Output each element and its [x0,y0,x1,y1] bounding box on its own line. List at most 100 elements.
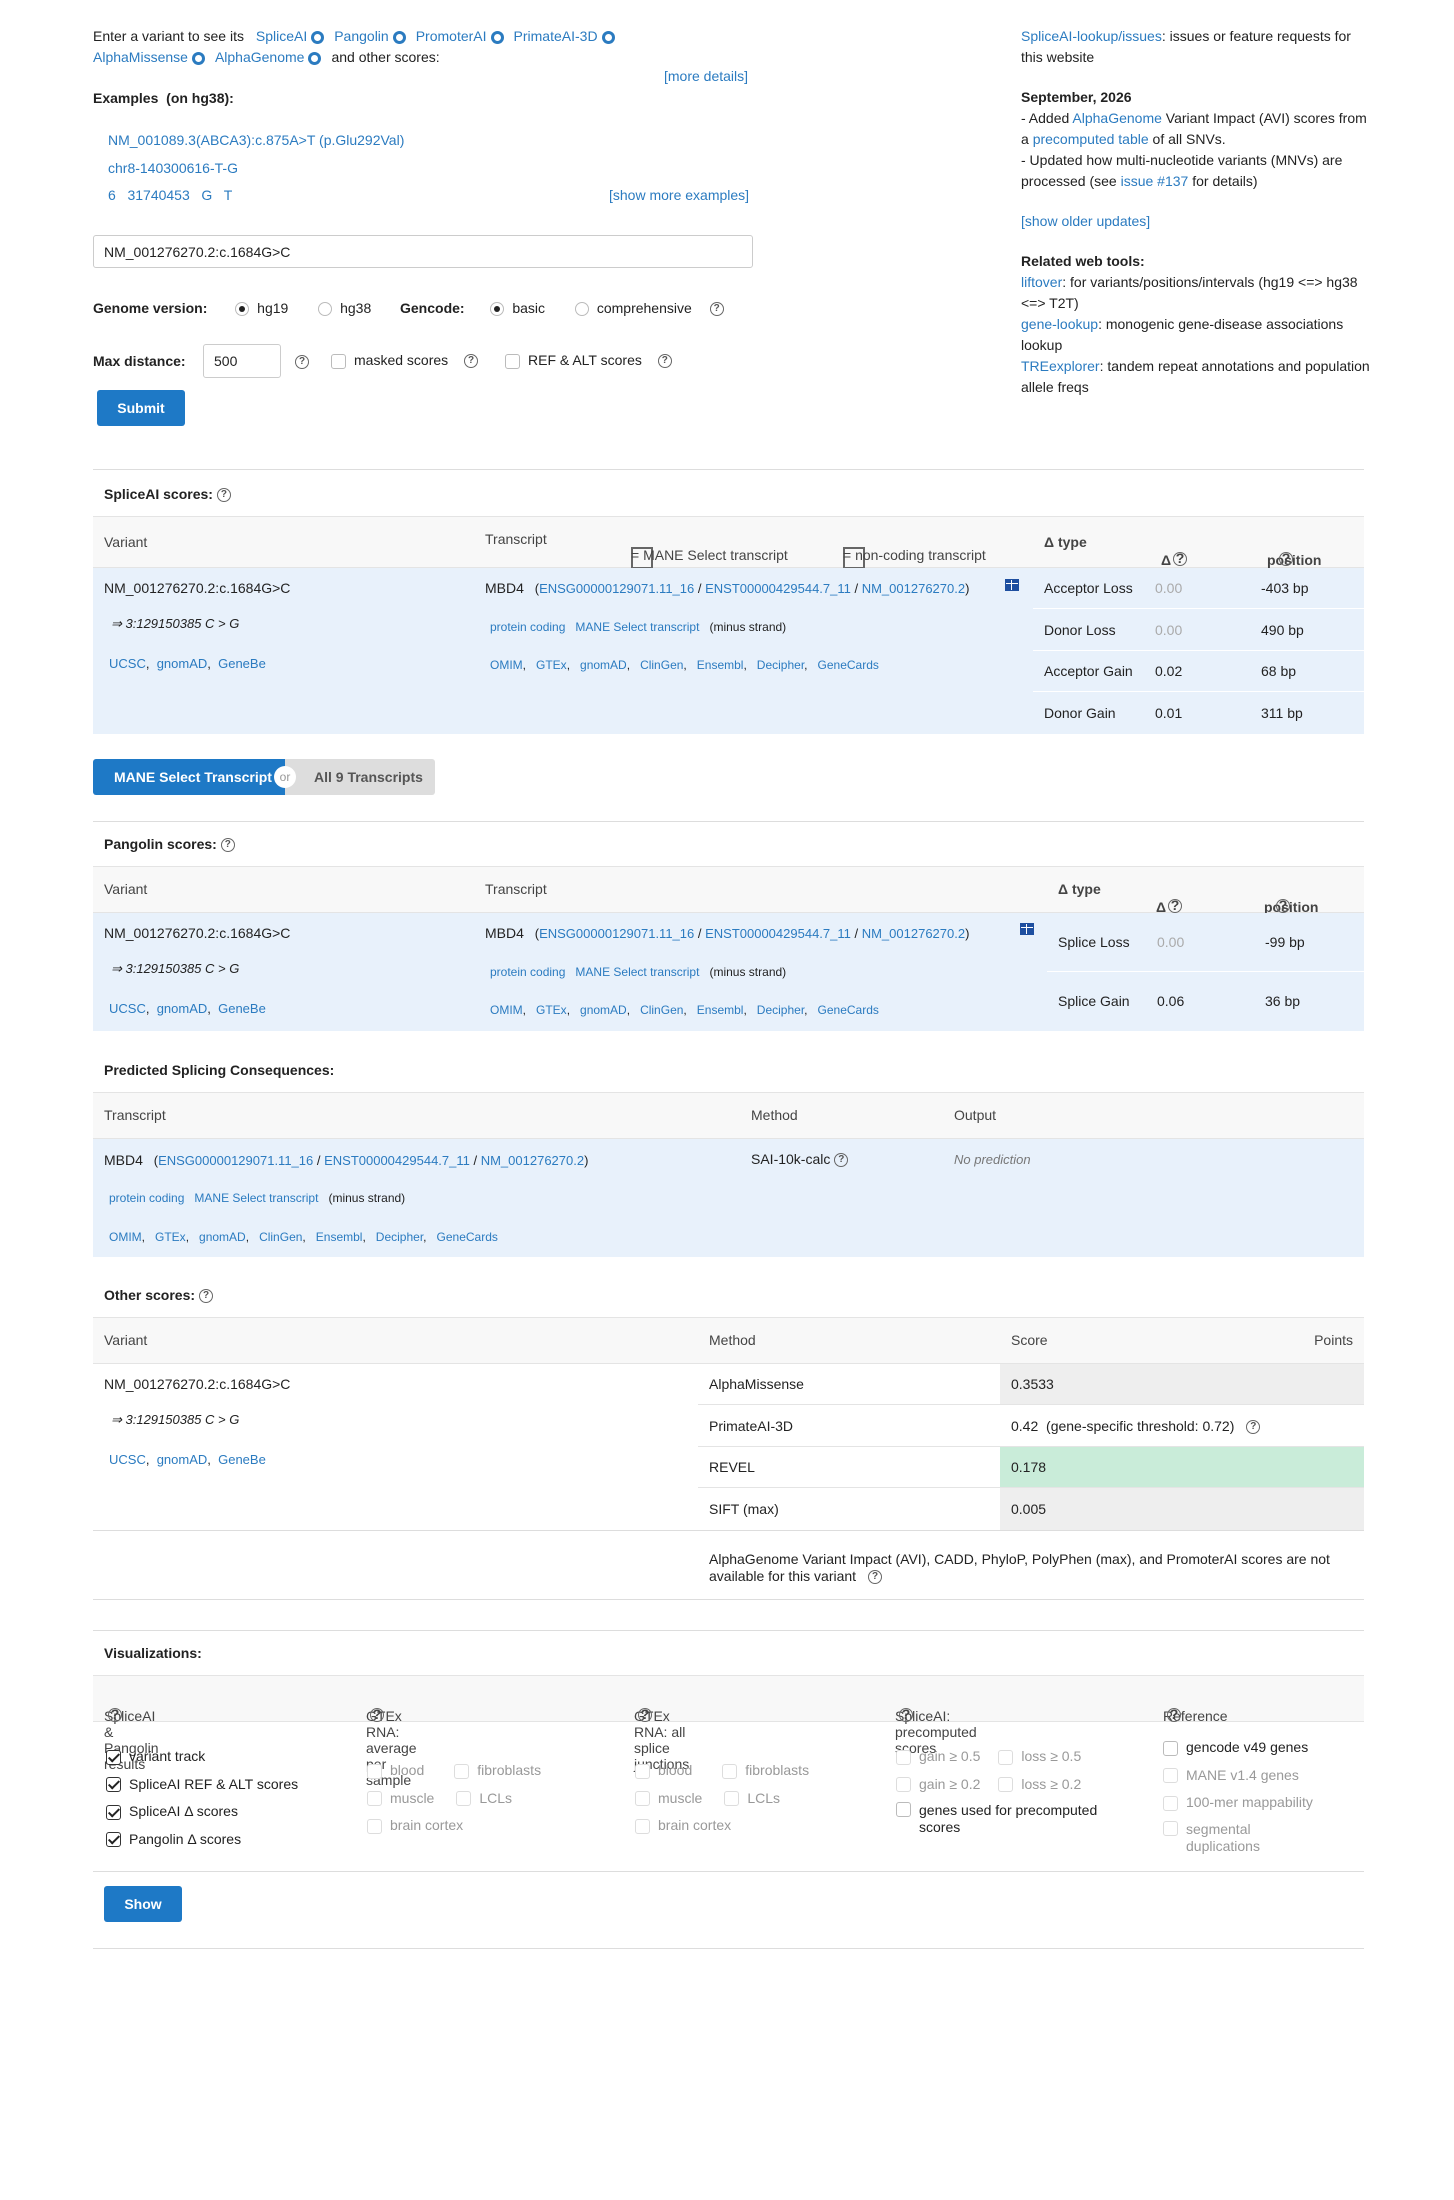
gtex-link[interactable]: GTEx [536,658,567,672]
fibroblasts-checkbox[interactable] [722,1763,738,1779]
github-icon[interactable] [311,30,325,44]
viz-option[interactable]: LCLs [724,1790,780,1807]
pangolin-link[interactable]: Pangolin [334,28,389,44]
enst-link[interactable]: ENST00000429544.7_11 [324,1153,470,1168]
viz-option[interactable]: blood [367,1762,424,1779]
masked-scores-option[interactable]: masked scores ? [331,352,479,369]
omim-link[interactable]: OMIM [490,1003,523,1017]
refseq-link[interactable]: NM_001276270.2 [862,581,965,596]
help-icon[interactable]: ? [657,354,672,369]
mane-tag-link[interactable]: MANE Select transcript [575,620,699,634]
viz-option[interactable]: blood [635,1762,692,1779]
precomputed-genes-checkbox[interactable] [896,1802,911,1817]
muscle-checkbox[interactable] [635,1791,650,1807]
viz-option[interactable]: SpliceAI REF & ALT scores [106,1771,298,1799]
gnomad-gene-link[interactable]: gnomAD [580,1003,627,1017]
genecards-link[interactable]: GeneCards [437,1230,498,1244]
ensg-link[interactable]: ENSG00000129071.11_16 [539,581,694,596]
gene-lookup-link[interactable]: gene-lookup [1021,316,1098,332]
help-icon[interactable]: ? [638,1707,652,1722]
biotype-link[interactable]: protein coding [109,1191,184,1205]
variant-search-input[interactable] [93,235,753,268]
biotype-link[interactable]: protein coding [490,620,565,634]
gain-05-checkbox[interactable] [896,1749,911,1765]
refseq-link[interactable]: NM_001276270.2 [862,926,965,941]
ucsc-link[interactable]: UCSC [109,1001,146,1016]
github-icon[interactable] [601,30,615,44]
example-link[interactable]: NM_001089.3(ABCA3):c.875A>T (p.Glu292Val… [108,132,404,148]
decipher-link[interactable]: Decipher [376,1230,423,1244]
viz-option[interactable]: 100-mer mappability [1163,1789,1363,1817]
spliceai-refalt-checkbox[interactable] [106,1777,121,1793]
genecards-link[interactable]: GeneCards [818,1003,879,1017]
clingen-link[interactable]: ClinGen [259,1230,302,1244]
github-icon[interactable] [308,51,322,65]
viz-option[interactable]: muscle [635,1790,702,1807]
github-icon[interactable] [392,30,406,44]
brain-cortex-checkbox[interactable] [635,1818,650,1834]
mappability-checkbox[interactable] [1163,1795,1178,1811]
spliceai-delta-checkbox[interactable] [106,1804,121,1820]
comprehensive-radio[interactable] [574,302,589,317]
alphagenome-link[interactable]: AlphaGenome [215,49,305,65]
viz-option[interactable]: gain ≥ 0.5 [896,1748,980,1765]
viz-option[interactable]: genes used for precomputed scores [896,1802,1136,1836]
omim-link[interactable]: OMIM [109,1230,142,1244]
gtex-link[interactable]: GTEx [155,1230,186,1244]
pangolin-delta-checkbox[interactable] [106,1832,121,1848]
variant-track-checkbox[interactable] [106,1749,121,1765]
example-link[interactable]: 6 31740453 G T [108,187,232,203]
help-icon[interactable]: ? [370,1707,384,1722]
blood-checkbox[interactable] [635,1763,650,1779]
viz-option[interactable]: segmental duplications [1163,1820,1363,1855]
enst-link[interactable]: ENST00000429544.7_11 [705,926,851,941]
clingen-link[interactable]: ClinGen [640,658,683,672]
viz-option[interactable]: gain ≥ 0.2 [896,1776,980,1793]
show-button[interactable]: Show [104,1886,182,1922]
viz-option[interactable]: gencode v49 genes [1163,1734,1363,1762]
github-icon[interactable] [490,30,504,44]
help-icon[interactable]: ? [220,838,235,853]
lcls-checkbox[interactable] [724,1791,740,1807]
biotype-link[interactable]: protein coding [490,965,565,979]
viz-option[interactable]: MANE v1.4 genes [1163,1762,1363,1790]
show-older-updates-link[interactable]: [show older updates] [1021,211,1371,232]
spliceai-link[interactable]: SpliceAI [256,28,307,44]
omim-link[interactable]: OMIM [490,658,523,672]
ref-alt-option[interactable]: REF & ALT scores ? [505,352,672,369]
issue-link[interactable]: issue #137 [1121,173,1189,189]
genebe-link[interactable]: GeneBe [218,656,266,671]
refseq-link[interactable]: NM_001276270.2 [481,1153,584,1168]
gnomad-gene-link[interactable]: gnomAD [199,1230,246,1244]
help-icon[interactable]: ? [216,488,231,503]
help-icon[interactable]: ? [899,1707,913,1722]
viz-option[interactable]: loss ≥ 0.2 [998,1776,1081,1793]
viz-option[interactable]: variant track [106,1743,298,1771]
help-icon[interactable]: ? [1276,898,1290,913]
precomputed-table-link[interactable]: precomputed table [1033,131,1149,147]
trexplorer-link[interactable]: TREexplorer [1021,358,1100,374]
brain-cortex-checkbox[interactable] [367,1818,382,1834]
blood-checkbox[interactable] [367,1763,382,1779]
loss-02-checkbox[interactable] [998,1777,1014,1793]
help-icon[interactable]: ? [108,1707,122,1722]
viz-option[interactable]: Pangolin Δ scores [106,1826,298,1854]
help-icon[interactable]: ? [1246,1420,1261,1435]
viz-option[interactable]: brain cortex [367,1812,587,1840]
issues-link[interactable]: SpliceAI-lookup/issues [1021,28,1162,44]
mane-tag-link[interactable]: MANE Select transcript [194,1191,318,1205]
viz-option[interactable]: loss ≥ 0.5 [998,1748,1081,1765]
gencode-genes-checkbox[interactable] [1163,1740,1178,1756]
gnomad-gene-link[interactable]: gnomAD [580,658,627,672]
alphamissense-link[interactable]: AlphaMissense [93,49,188,65]
viz-option[interactable]: brain cortex [635,1812,855,1840]
help-icon[interactable]: ? [295,355,309,369]
decipher-link[interactable]: Decipher [757,658,804,672]
masked-scores-checkbox[interactable] [331,353,346,369]
hg19-radio[interactable] [235,302,250,317]
help-icon[interactable]: ? [834,1153,849,1168]
gnomad-link[interactable]: gnomAD [157,1001,208,1016]
basic-radio[interactable] [490,302,505,317]
ensg-link[interactable]: ENSG00000129071.11_16 [158,1153,313,1168]
help-icon[interactable]: ? [1167,1707,1181,1722]
